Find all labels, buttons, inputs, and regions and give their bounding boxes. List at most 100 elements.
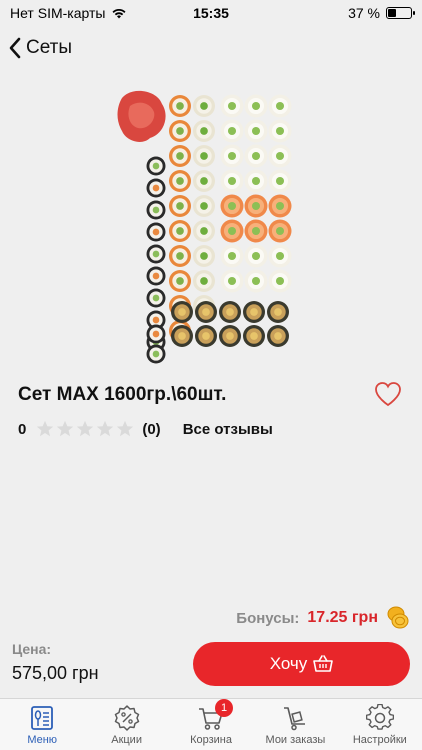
status-bar: Нет SIM-карты 15:35 37 %	[0, 0, 422, 26]
back-button[interactable]: Сеты	[8, 37, 72, 59]
sushi-roll	[146, 324, 166, 344]
sushi-roll	[193, 195, 215, 217]
sushi-roll	[146, 222, 166, 242]
status-time: 15:35	[193, 5, 229, 21]
sushi-roll	[220, 169, 244, 193]
star-icon	[77, 420, 94, 437]
sushi-roll	[195, 301, 217, 323]
sushi-roll	[220, 219, 244, 243]
sushi-roll	[243, 325, 265, 347]
back-label: Сеты	[26, 37, 73, 58]
sushi-roll	[244, 244, 268, 268]
battery-percent: 37 %	[348, 5, 380, 21]
nav-bar: Сеты	[0, 30, 422, 66]
tab-promotions[interactable]: Акции	[84, 699, 168, 750]
tab-bar: Меню Акции 1 Корзина Мои заказы Настройк…	[0, 698, 422, 750]
tab-cart[interactable]: 1 Корзина	[169, 699, 253, 750]
sushi-roll	[244, 119, 268, 143]
bonus-value: 17.25 грн	[307, 609, 378, 626]
sushi-roll	[193, 270, 215, 292]
sushi-roll	[268, 94, 292, 118]
sushi-roll	[146, 244, 166, 264]
tab-promotions-label: Акции	[111, 734, 142, 746]
status-right: 37 %	[348, 5, 415, 21]
sushi-roll	[268, 219, 292, 243]
delivery-cart-icon	[284, 707, 306, 731]
sushi-roll	[146, 156, 166, 176]
status-left: Нет SIM-карты	[10, 5, 127, 21]
sushi-roll	[244, 219, 268, 243]
sushi-roll	[146, 344, 166, 364]
sushi-roll	[244, 269, 268, 293]
rating-value: 0	[18, 420, 27, 438]
sushi-roll	[220, 94, 244, 118]
rating-stars	[36, 420, 134, 438]
battery-fill	[388, 9, 397, 17]
sushi-roll	[268, 169, 292, 193]
bonus-row: Бонусы: 17.25 грн	[236, 606, 410, 630]
sushi-roll	[268, 194, 292, 218]
sushi-roll	[193, 120, 215, 142]
tab-settings[interactable]: Настройки	[338, 699, 422, 750]
sushi-roll	[169, 120, 191, 142]
sushi-roll	[220, 269, 244, 293]
menu-book-icon	[31, 706, 54, 730]
star-icon	[37, 420, 54, 437]
sushi-roll	[268, 144, 292, 168]
want-button[interactable]: Хочу	[193, 642, 410, 686]
chevron-left-icon	[9, 37, 21, 59]
sushi-roll	[243, 301, 265, 323]
star-icon	[97, 420, 114, 437]
sushi-roll	[244, 194, 268, 218]
sushi-roll	[146, 178, 166, 198]
sushi-roll	[219, 325, 241, 347]
tab-settings-label: Настройки	[352, 734, 407, 746]
sushi-roll	[193, 170, 215, 192]
all-reviews-link[interactable]: Все отзывы	[183, 421, 273, 438]
sushi-roll	[220, 244, 244, 268]
sushi-roll	[193, 145, 215, 167]
sushi-roll	[244, 94, 268, 118]
sushi-roll	[169, 95, 191, 117]
wifi-icon	[112, 8, 126, 19]
sushi-roll	[146, 266, 166, 286]
rating-row: 0 (0) Все отзывы	[18, 419, 273, 439]
want-button-label: Хочу	[269, 654, 308, 673]
coins-icon	[387, 606, 409, 629]
sushi-roll	[193, 245, 215, 267]
sushi-roll	[146, 200, 166, 220]
tab-cart-label: Корзина	[190, 734, 232, 746]
tab-my-orders[interactable]: Мои заказы	[253, 699, 337, 750]
sushi-roll	[171, 301, 193, 323]
sushi-roll	[219, 301, 241, 323]
heart-icon[interactable]	[374, 381, 402, 407]
sushi-roll	[193, 220, 215, 242]
product-image	[117, 90, 292, 364]
sushi-roll	[220, 119, 244, 143]
price-label: Цена:	[12, 641, 52, 657]
cart-badge: 1	[215, 699, 234, 717]
tab-menu[interactable]: Меню	[0, 699, 84, 750]
sushi-roll	[169, 195, 191, 217]
battery-icon	[386, 7, 415, 19]
sushi-roll	[169, 270, 191, 292]
bonus-label: Бонусы:	[236, 609, 300, 627]
reviews-count: (0)	[142, 420, 161, 438]
star-icon	[57, 420, 74, 437]
basket-icon	[313, 655, 334, 672]
sushi-roll	[268, 244, 292, 268]
sushi-roll	[169, 170, 191, 192]
sushi-roll	[169, 145, 191, 167]
sushi-roll	[169, 220, 191, 242]
tab-my-orders-label: Мои заказы	[265, 734, 326, 746]
sushi-roll	[267, 301, 289, 323]
sushi-roll	[195, 325, 217, 347]
price-block: Цена: 575,00 грн	[12, 641, 99, 684]
sushi-roll	[268, 269, 292, 293]
sushi-roll	[220, 144, 244, 168]
sushi-roll	[267, 325, 289, 347]
product-title: Сет MAX 1600гр.\60шт.	[18, 384, 227, 405]
sushi-roll	[244, 144, 268, 168]
sushi-roll	[244, 169, 268, 193]
sushi-roll	[220, 194, 244, 218]
